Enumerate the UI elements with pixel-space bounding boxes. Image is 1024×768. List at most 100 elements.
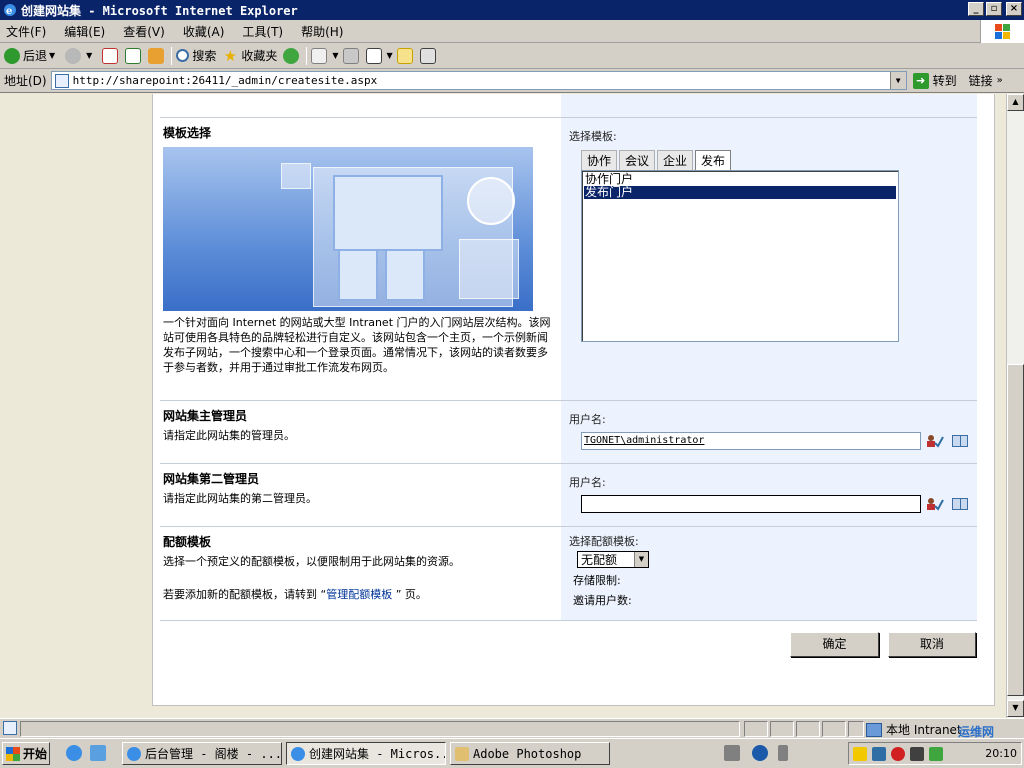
check-names-icon[interactable] <box>926 434 944 448</box>
forward-arrow-icon <box>65 47 82 64</box>
quota-select[interactable]: 无配额 ▼ <box>577 551 649 568</box>
ok-button[interactable]: 确定 <box>790 632 879 657</box>
forward-button[interactable]: ▼ <box>65 45 96 67</box>
back-arrow-icon <box>4 47 20 64</box>
page-status-icon <box>3 721 17 735</box>
taskbar: 开始 后台管理 - 阁楼 - ... 创建网站集 - Micros... Ado… <box>0 725 1024 768</box>
tab-meetings[interactable]: 会议 <box>619 150 656 170</box>
template-listbox[interactable]: 协作门户 发布门户 <box>581 170 899 342</box>
template-title: 模板选择 <box>163 126 212 140</box>
address-dropdown-icon[interactable]: ▼ <box>889 72 906 89</box>
zone-label: 本地 Intranet <box>886 723 962 737</box>
print-icon[interactable] <box>342 47 359 64</box>
address-book-icon[interactable] <box>952 435 968 447</box>
address-input[interactable]: http://sharepoint:26411/_admin/createsit… <box>50 71 907 90</box>
desktop-quicklaunch-icon[interactable] <box>90 745 106 761</box>
home-icon[interactable] <box>148 47 165 64</box>
speaker-icon[interactable] <box>910 746 924 761</box>
help-icon[interactable] <box>752 745 768 761</box>
messenger-tray-icon[interactable] <box>929 746 943 761</box>
network-icon[interactable] <box>724 745 740 761</box>
tab-enterprise[interactable]: 企业 <box>657 150 694 170</box>
page-content: 模板选择 一个针对面向 Internet 的网站或大型 Intranet 门户的… <box>152 94 995 706</box>
task-backend-admin[interactable]: 后台管理 - 阁楼 - ... <box>122 742 282 765</box>
search-label: 搜索 <box>192 49 217 63</box>
star-icon: ★ <box>223 46 238 65</box>
refresh-icon[interactable] <box>125 47 142 64</box>
menu-bar: 文件(F) 编辑(E) 查看(V) 收藏(A) 工具(T) 帮助(H) <box>0 20 1024 43</box>
menu-help[interactable]: 帮助(H) <box>301 23 343 40</box>
menu-file[interactable]: 文件(F) <box>6 23 46 40</box>
favorites-button[interactable]: ★ 收藏夹 <box>222 45 278 67</box>
intranet-icon <box>866 722 882 737</box>
recycle-icon <box>459 239 519 299</box>
search-button[interactable]: 搜索 <box>176 45 216 67</box>
scroll-up-icon[interactable]: ▲ <box>1007 94 1024 111</box>
select-quota-label: 选择配额模板: <box>569 535 639 548</box>
user-icon[interactable] <box>872 746 886 761</box>
toolbar: 后退 ▼ ▼ 搜索 ★ 收藏夹 ▼ ▼ <box>0 43 1024 69</box>
blocked-icon[interactable] <box>891 746 905 761</box>
back-button[interactable]: 后退 ▼ <box>4 45 59 67</box>
minimize-button[interactable]: _ <box>968 2 984 16</box>
go-button[interactable]: ➜ 转到 <box>912 72 957 89</box>
maximize-button[interactable]: ▫ <box>986 2 1002 16</box>
menu-favorites[interactable]: 收藏(A) <box>183 23 225 40</box>
dropdown-arrow-icon[interactable]: ▼ <box>332 51 338 60</box>
toolbar-separator <box>306 46 308 65</box>
tab-collaboration[interactable]: 协作 <box>581 150 618 170</box>
template-description: 一个针对面向 Internet 的网站或大型 Intranet 门户的入门网站层… <box>163 316 551 374</box>
svg-text:e: e <box>6 6 12 17</box>
start-button[interactable]: 开始 <box>2 742 50 765</box>
toolbar-separator <box>171 46 173 65</box>
close-button[interactable]: × <box>1006 2 1022 16</box>
quota-title: 配额模板 <box>163 535 212 549</box>
dropdown-arrow-icon[interactable]: ▼ <box>86 51 92 60</box>
vertical-scrollbar[interactable]: ▲ ▼ <box>1006 94 1024 718</box>
address-label: 地址(D) <box>4 74 47 88</box>
back-label: 后退 <box>23 49 48 63</box>
stop-icon[interactable] <box>102 47 119 64</box>
menu-tools[interactable]: 工具(T) <box>242 23 283 40</box>
ie-icon <box>291 746 305 761</box>
go-arrow-icon: ➜ <box>912 72 929 89</box>
dropdown-arrow-icon[interactable]: ▼ <box>387 51 393 60</box>
primary-admin-description: 请指定此网站集的管理员。 <box>163 429 295 442</box>
browser-viewport: 模板选择 一个针对面向 Internet 的网站或大型 Intranet 门户的… <box>0 94 1006 718</box>
photoshop-icon <box>455 746 469 761</box>
volume-icon[interactable] <box>778 745 788 761</box>
select-template-label: 选择模板: <box>569 130 617 143</box>
dropdown-arrow-icon[interactable]: ▼ <box>49 51 55 60</box>
scroll-down-icon[interactable]: ▼ <box>1007 700 1024 717</box>
go-label: 转到 <box>932 74 957 88</box>
section-secondary-admin: 网站集第二管理员 请指定此网站集的第二管理员。 用户名: <box>160 464 977 527</box>
history-icon[interactable] <box>283 47 300 64</box>
tab-publishing[interactable]: 发布 <box>695 150 732 170</box>
menu-edit[interactable]: 编辑(E) <box>64 23 105 40</box>
address-url: http://sharepoint:26411/_admin/createsit… <box>72 74 378 87</box>
quota-add-note: 若要添加新的配额模板，请转到 “管理配额模板 ” 页。 <box>163 588 427 601</box>
check-names-icon[interactable] <box>926 497 944 511</box>
ie-quicklaunch-icon[interactable] <box>66 745 82 761</box>
cancel-button[interactable]: 取消 <box>888 632 976 657</box>
mail-icon[interactable] <box>311 47 328 64</box>
menu-view[interactable]: 查看(V) <box>123 23 165 40</box>
links-button[interactable]: 链接 <box>969 72 993 89</box>
secondary-username-input[interactable] <box>581 495 921 513</box>
task-create-site-collection[interactable]: 创建网站集 - Micros... <box>286 742 446 765</box>
storage-limit-label: 存储限制: <box>573 574 621 587</box>
discuss-icon[interactable] <box>396 47 413 64</box>
messenger-icon[interactable] <box>419 47 436 64</box>
scroll-thumb[interactable] <box>1007 364 1024 696</box>
template-option-publishing-portal[interactable]: 发布门户 <box>584 186 896 199</box>
address-book-icon[interactable] <box>952 498 968 510</box>
edit-icon[interactable] <box>365 47 382 64</box>
invited-users-label: 邀请用户数: <box>573 594 632 607</box>
security-shield-icon[interactable] <box>853 746 867 761</box>
task-photoshop[interactable]: Adobe Photoshop <box>450 742 610 765</box>
manage-quota-templates-link[interactable]: 管理配额模板 <box>326 588 392 601</box>
section-top-strip <box>160 94 977 118</box>
ie-icon <box>127 746 141 761</box>
chevron-right-icon[interactable]: » <box>997 75 1003 86</box>
primary-username-input[interactable]: TGONET\administrator <box>581 432 921 450</box>
